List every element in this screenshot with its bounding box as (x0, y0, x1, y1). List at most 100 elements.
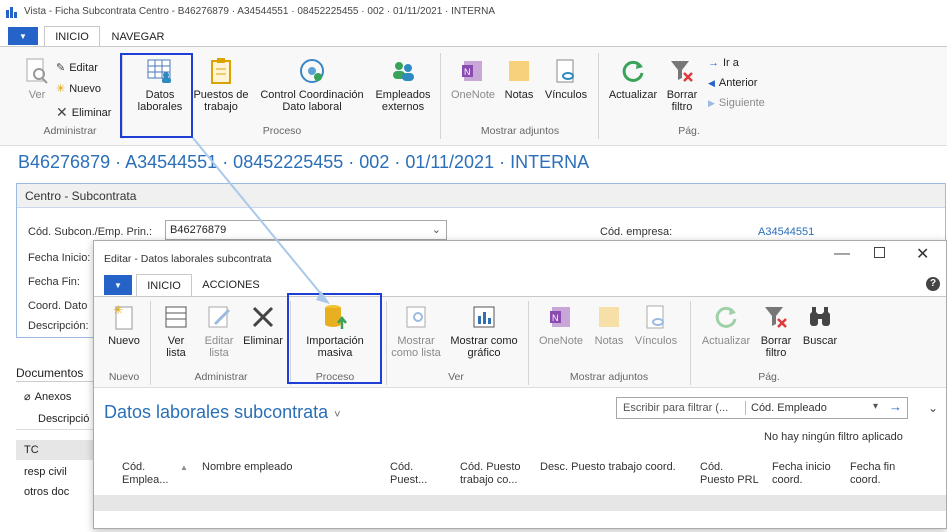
filter-input[interactable]: Escribir para filtrar (... (623, 402, 728, 414)
onenote-button[interactable]: N OneNote (534, 301, 588, 347)
col-desc-puesto[interactable]: Desc. Puesto trabajo coord. (540, 461, 676, 474)
group-separator (386, 301, 387, 385)
highlight-box-datos-laborales (120, 53, 193, 138)
cod-subcon-combo[interactable]: B46276879 ⌄ (165, 220, 447, 240)
tab-navegar[interactable]: NAVEGAR (106, 26, 170, 47)
dialog-title: Editar - Datos laborales subcontrata (104, 253, 272, 265)
anexos-menu[interactable]: ⌀ Anexos (24, 390, 71, 404)
group-separator (150, 301, 151, 385)
pencil-icon: ✎ (56, 62, 66, 74)
empresa-label: Cód. empresa: (600, 226, 673, 238)
group-adjuntos-label: Mostrar adjuntos (569, 371, 649, 383)
col-cod-puesto-trabajo[interactable]: Cód. Puesto trabajo co... (460, 461, 521, 487)
note-icon (593, 301, 625, 333)
dialog-file-menu-button[interactable]: ▼ (104, 275, 132, 295)
table-row[interactable]: otros doc (16, 482, 96, 502)
arrow-right-icon: → (708, 57, 719, 69)
new-doc-icon: ✳ (108, 301, 140, 333)
col-fecha-fin[interactable]: Fecha fin coord. (850, 461, 895, 487)
group-adjuntos-label: Mostrar adjuntos (480, 125, 560, 137)
group-separator (598, 53, 599, 139)
eliminar-button[interactable]: Eliminar (240, 301, 286, 347)
vinculos-button[interactable]: Vínculos (540, 55, 592, 101)
globe-gear-icon (296, 55, 328, 87)
clipboard-icon (205, 55, 237, 87)
delete-x-icon: ✕ (56, 104, 68, 120)
ir-a-button[interactable]: → Ir a (708, 57, 739, 69)
list-view-icon (160, 301, 192, 333)
tab-inicio[interactable]: INICIO (44, 26, 100, 47)
col-cod-empleado[interactable]: Cód. Emplea... (122, 461, 168, 487)
notas-button[interactable]: Notas (500, 55, 538, 101)
chevron-down-icon[interactable]: ▾ (873, 401, 878, 412)
filter-box: Escribir para filtrar (... Cód. Empleado… (616, 397, 908, 419)
descripcion-label: Descripción: (28, 320, 89, 332)
close-icon[interactable]: ✕ (916, 244, 929, 264)
clear-filter-icon (760, 301, 792, 333)
delete-x-icon (247, 301, 279, 333)
chevron-down-icon: ⌄ (431, 224, 441, 236)
ver-button[interactable]: Ver (20, 55, 54, 101)
link-doc-icon (550, 55, 582, 87)
table-row-empty[interactable] (94, 495, 946, 511)
group-separator (440, 53, 441, 139)
sort-ascending-icon: ▲ (180, 463, 188, 472)
minimize-icon[interactable]: — (834, 245, 850, 263)
editar-lista-button[interactable]: Editar lista (198, 301, 240, 359)
people-icon (387, 55, 419, 87)
documentos-header: Documentos (16, 362, 94, 382)
buscar-button[interactable]: Buscar (798, 301, 842, 347)
actualizar-button[interactable]: Actualizar (696, 301, 756, 347)
note-icon (503, 55, 535, 87)
control-coordinacion-button[interactable]: Control Coordinación Dato laboral (254, 55, 370, 113)
actualizar-button[interactable]: Actualizar (604, 55, 662, 101)
group-administrar-label: Administrar (43, 125, 97, 137)
eliminar-button[interactable]: ✕ Eliminar (56, 104, 111, 121)
editar-button[interactable]: ✎ Editar (56, 61, 98, 75)
no-filter-text: No hay ningún filtro aplicado (764, 431, 903, 443)
col-nombre-empleado[interactable]: Nombre empleado (202, 461, 293, 474)
mostrar-como-lista-button[interactable]: Mostrar como lista (390, 301, 442, 359)
notas-button[interactable]: Notas (590, 301, 628, 347)
group-ver-label: Ver (448, 371, 464, 383)
vinculos-button[interactable]: Vínculos (630, 301, 682, 347)
empleados-externos-button[interactable]: Empleados externos (372, 55, 434, 113)
section-header: Centro - Subcontrata (17, 184, 945, 208)
siguiente-button[interactable]: ▶ Siguiente (708, 97, 765, 109)
filter-field-select[interactable]: Cód. Empleado (751, 402, 827, 414)
list-icon (400, 301, 432, 333)
dialog-nuevo-button[interactable]: ✳ Nuevo (102, 301, 146, 347)
mostrar-como-grafico-button[interactable]: Mostrar como gráfico (446, 301, 522, 359)
onenote-icon: N (545, 301, 577, 333)
clear-filter-icon (666, 55, 698, 87)
nuevo-button[interactable]: ✳ Nuevo (56, 82, 101, 96)
maximize-icon[interactable] (874, 247, 885, 258)
apply-filter-arrow-icon[interactable]: → (889, 399, 902, 414)
expand-chevron-icon[interactable]: ⌄ (928, 401, 938, 415)
paperclip-icon: ⌀ (24, 391, 31, 403)
highlight-box-importacion-masiva (287, 293, 382, 384)
borrar-filtro-button[interactable]: Borrar filtro (756, 301, 796, 359)
help-icon[interactable]: ? (926, 277, 940, 291)
puestos-de-trabajo-button[interactable]: Puestos de trabajo (190, 55, 252, 113)
chevron-down-icon: ˅ (334, 409, 341, 421)
col-fecha-inicio[interactable]: Fecha inicio coord. (772, 461, 831, 487)
binoculars-icon (804, 301, 836, 333)
triangle-right-icon: ▶ (708, 97, 715, 108)
anterior-button[interactable]: ◀ Anterior (708, 77, 757, 89)
empresa-value[interactable]: A34544551 (758, 226, 814, 238)
col-cod-puesto-prl[interactable]: Cód. Puesto PRL (700, 461, 759, 487)
table-row[interactable]: resp civil (16, 462, 96, 482)
onenote-button[interactable]: N OneNote (448, 55, 498, 101)
list-title[interactable]: Datos laborales subcontrata ˅ (104, 402, 341, 423)
table-row[interactable]: TC (16, 440, 96, 460)
col-cod-puesto[interactable]: Cód. Puest... (390, 461, 427, 487)
cod-subcon-label: Cód. Subcon./Emp. Prin.: (28, 226, 153, 238)
dialog-tab-acciones[interactable]: ACCIONES (196, 274, 266, 296)
dialog-tab-inicio[interactable]: INICIO (136, 274, 192, 296)
ver-lista-button[interactable]: Ver lista (156, 301, 196, 359)
onenote-icon: N (457, 55, 489, 87)
borrar-filtro-button[interactable]: Borrar filtro (662, 55, 702, 113)
file-menu-button[interactable]: ▼ (8, 27, 38, 45)
fecha-fin-label: Fecha Fin: (28, 276, 80, 288)
